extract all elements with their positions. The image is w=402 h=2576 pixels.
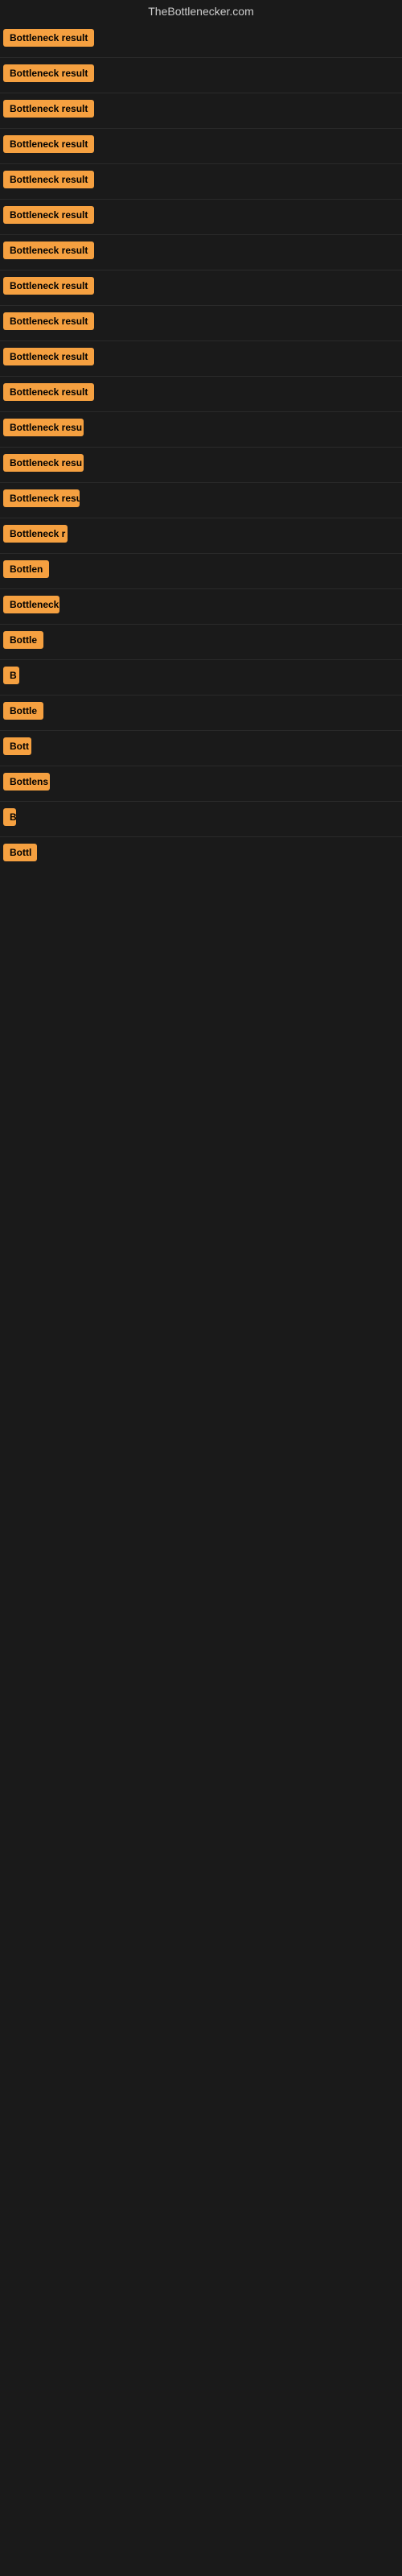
list-item: Bottleneck result <box>0 270 402 306</box>
bottleneck-result-badge[interactable]: Bottle <box>3 631 43 649</box>
bottleneck-result-badge[interactable]: Bottleneck result <box>3 64 94 82</box>
list-item: Bottleneck result <box>0 200 402 235</box>
list-item: Bott <box>0 731 402 766</box>
list-item: Bottleneck result <box>0 306 402 341</box>
bottleneck-result-badge[interactable]: B <box>3 667 19 684</box>
bottleneck-result-badge[interactable]: Bottleneck resu <box>3 454 84 472</box>
bottleneck-result-badge[interactable]: Bottleneck r <box>3 525 68 543</box>
list-item: Bottleneck result <box>0 377 402 412</box>
bottleneck-result-badge[interactable]: Bottleneck <box>3 596 59 613</box>
bottleneck-result-badge[interactable]: Bottleneck resu <box>3 489 80 507</box>
list-item: Bottleneck resu <box>0 483 402 518</box>
bottleneck-result-badge[interactable]: Bottl <box>3 844 37 861</box>
bottleneck-result-badge[interactable]: Bottleneck result <box>3 348 94 365</box>
bottleneck-result-badge[interactable]: Bottleneck result <box>3 100 94 118</box>
bottleneck-result-badge[interactable]: Bottle <box>3 702 43 720</box>
list-item: Bottleneck resu <box>0 412 402 448</box>
list-item: Bottleneck r <box>0 518 402 554</box>
list-item: Bottleneck result <box>0 93 402 129</box>
list-item: Bottleneck result <box>0 129 402 164</box>
list-item: Bottleneck result <box>0 164 402 200</box>
list-item: B <box>0 802 402 837</box>
bottleneck-result-badge[interactable]: Bottleneck result <box>3 135 94 153</box>
list-item: Bottleneck resu <box>0 448 402 483</box>
bottleneck-result-badge[interactable]: Bottleneck result <box>3 383 94 401</box>
bottleneck-result-badge[interactable]: B <box>3 808 16 826</box>
list-item: Bottlens <box>0 766 402 802</box>
list-item: Bottlen <box>0 554 402 589</box>
list-item: Bottl <box>0 837 402 872</box>
site-title: TheBottlenecker.com <box>0 0 402 23</box>
list-item: Bottleneck <box>0 589 402 625</box>
bottleneck-result-badge[interactable]: Bott <box>3 737 31 755</box>
list-item: Bottleneck result <box>0 341 402 377</box>
bottleneck-result-badge[interactable]: Bottleneck result <box>3 242 94 259</box>
list-item: B <box>0 660 402 696</box>
badges-container: Bottleneck result Bottleneck result Bottle… <box>0 23 402 872</box>
list-item: Bottleneck result <box>0 235 402 270</box>
bottleneck-result-badge[interactable]: Bottlen <box>3 560 49 578</box>
list-item: Bottle <box>0 696 402 731</box>
bottleneck-result-badge[interactable]: Bottleneck result <box>3 206 94 224</box>
list-item: Bottle <box>0 625 402 660</box>
bottleneck-result-badge[interactable]: Bottleneck result <box>3 277 94 295</box>
bottleneck-result-badge[interactable]: Bottlens <box>3 773 50 791</box>
bottleneck-result-badge[interactable]: Bottleneck resu <box>3 419 84 436</box>
list-item: Bottleneck result <box>0 23 402 58</box>
list-item: Bottleneck result <box>0 58 402 93</box>
bottleneck-result-badge[interactable]: Bottleneck result <box>3 171 94 188</box>
bottleneck-result-badge[interactable]: Bottleneck result <box>3 29 94 47</box>
bottleneck-result-badge[interactable]: Bottleneck result <box>3 312 94 330</box>
site-header: TheBottlenecker.com <box>0 0 402 23</box>
